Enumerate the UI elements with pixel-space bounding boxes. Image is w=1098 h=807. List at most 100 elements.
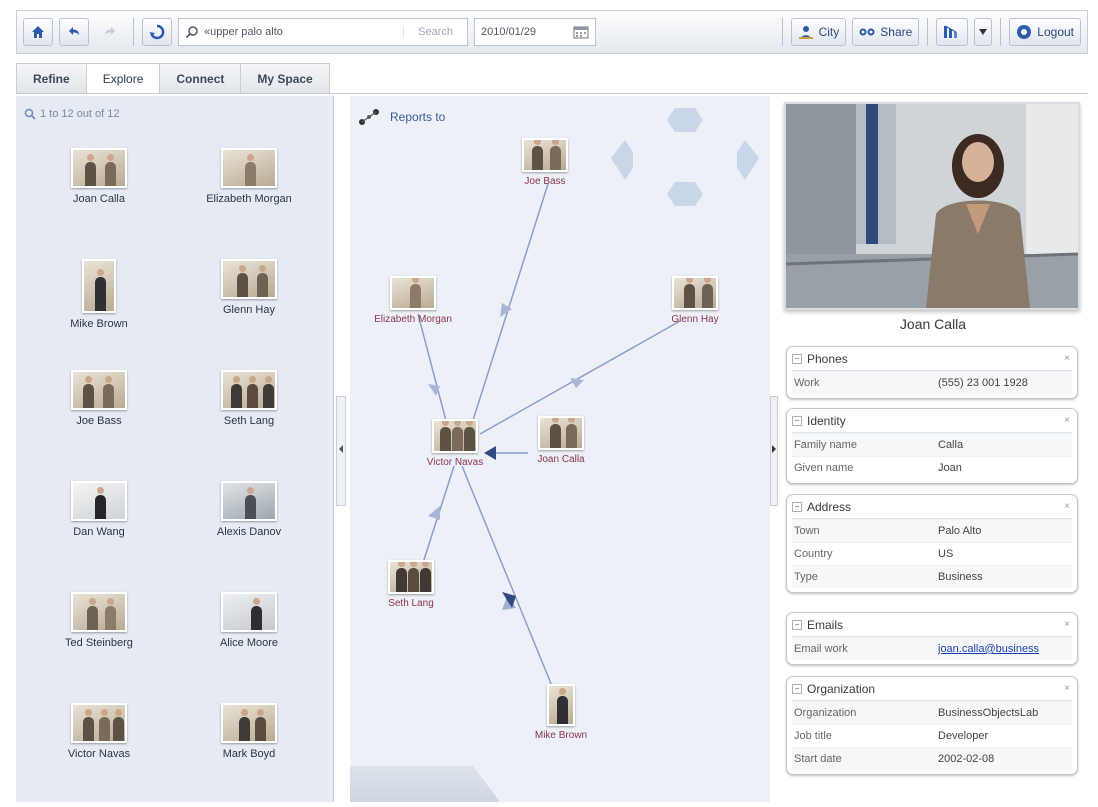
- forward-button[interactable]: [95, 18, 125, 46]
- layout-network-icon: [944, 25, 958, 38]
- chevron-down-icon: [979, 29, 988, 35]
- search-button[interactable]: Search: [403, 26, 461, 38]
- forward-arrow-icon: [105, 27, 115, 35]
- pan-down-arrow-icon[interactable]: [667, 182, 703, 206]
- tab-bar: Refine Explore Connect My Space: [16, 63, 1088, 94]
- collapse-toggle-icon[interactable]: −: [792, 501, 802, 512]
- person-thumbnail: [538, 416, 584, 450]
- field-label: Family name: [794, 439, 857, 451]
- home-button[interactable]: [23, 18, 53, 46]
- card-title: Emails: [807, 617, 844, 632]
- result-item[interactable]: Glenn Hay: [174, 259, 324, 370]
- result-item[interactable]: Joan Calla: [24, 148, 174, 259]
- address-card: − Address × Town Palo Alto Country US Type…: [786, 494, 1078, 593]
- close-icon[interactable]: ×: [1064, 501, 1070, 512]
- graph-node[interactable]: Joe Bass: [490, 138, 600, 187]
- layout-dropdown-button[interactable]: [974, 18, 993, 46]
- right-panel-splitter[interactable]: [770, 396, 778, 506]
- results-grid: Joan Calla Elizabeth Morgan Mike Brown G…: [24, 148, 324, 807]
- person-thumbnail: [221, 592, 277, 632]
- toolbar-separator: [1000, 18, 1002, 46]
- search-input[interactable]: [204, 26, 399, 38]
- tab-connect[interactable]: Connect: [159, 63, 242, 93]
- result-item[interactable]: Ted Steinberg: [24, 592, 174, 703]
- result-item[interactable]: Alexis Danov: [174, 481, 324, 592]
- result-count: 1 to 12 out of 12: [24, 108, 120, 120]
- field-label: Town: [794, 525, 820, 537]
- back-arrow-icon: [69, 27, 79, 35]
- result-item[interactable]: Alice Moore: [174, 592, 324, 703]
- result-item[interactable]: Seth Lang: [174, 370, 324, 481]
- edge-arrow: [570, 378, 584, 388]
- graph-node-label: Seth Lang: [388, 598, 434, 609]
- layout-button[interactable]: [936, 18, 969, 46]
- result-name: Glenn Hay: [223, 304, 275, 316]
- person-thumbnail: [71, 703, 127, 743]
- city-button[interactable]: City: [790, 18, 847, 46]
- refresh-button[interactable]: [142, 18, 172, 46]
- date-field[interactable]: 2010/01/29: [474, 18, 596, 46]
- graph-node[interactable]: Seth Lang: [356, 560, 466, 609]
- left-panel-splitter[interactable]: [336, 396, 346, 506]
- field-label: Organization: [794, 707, 857, 719]
- result-item[interactable]: Dan Wang: [24, 481, 174, 592]
- graph-node-label: Glenn Hay: [671, 314, 719, 325]
- result-item[interactable]: Mark Boyd: [174, 703, 324, 807]
- person-thumbnail: [221, 481, 277, 521]
- app-window: Search 2010/01/29 City Share Logout: [0, 0, 1098, 807]
- close-icon[interactable]: ×: [1064, 619, 1070, 630]
- graph-node[interactable]: Elizabeth Morgan: [358, 276, 468, 325]
- collapse-toggle-icon[interactable]: −: [792, 415, 802, 426]
- person-thumbnail: [221, 370, 277, 410]
- result-item[interactable]: Joe Bass: [24, 370, 174, 481]
- tab-explore[interactable]: Explore: [85, 63, 161, 93]
- person-thumbnail: [71, 370, 127, 410]
- city-person-icon: [798, 26, 813, 39]
- collapse-toggle-icon[interactable]: −: [792, 683, 802, 694]
- card-title: Identity: [807, 413, 846, 428]
- search-icon: [185, 26, 198, 39]
- back-button[interactable]: [59, 18, 89, 46]
- person-thumbnail: [221, 148, 277, 188]
- person-thumbnail: [672, 276, 718, 310]
- field-value: BusinessObjectsLab: [938, 707, 1039, 719]
- graph-node-label: Joan Calla: [537, 454, 585, 465]
- result-count-text: 1 to 12 out of 12: [40, 108, 120, 120]
- graph-title: Reports to: [358, 108, 445, 126]
- email-link[interactable]: joan.calla@business: [938, 643, 1072, 655]
- pan-right-arrow-icon[interactable]: [737, 140, 759, 180]
- collapse-toggle-icon[interactable]: −: [792, 353, 802, 364]
- result-item[interactable]: Mike Brown: [24, 259, 174, 370]
- logout-button[interactable]: Logout: [1009, 18, 1081, 46]
- graph-node[interactable]: Joan Calla: [506, 416, 616, 465]
- collapse-toggle-icon[interactable]: −: [792, 619, 802, 630]
- person-thumbnail: [547, 684, 575, 726]
- result-name: Seth Lang: [223, 415, 275, 427]
- close-icon[interactable]: ×: [1064, 415, 1070, 426]
- graph-node-selected[interactable]: Victor Navas: [400, 419, 510, 468]
- result-item[interactable]: Victor Navas: [24, 703, 174, 807]
- pan-up-arrow-icon[interactable]: [667, 108, 703, 132]
- graph-node-label: Joe Bass: [524, 176, 566, 187]
- pan-arrows[interactable]: [611, 108, 759, 206]
- close-icon[interactable]: ×: [1064, 683, 1070, 694]
- field-value: Calla: [938, 439, 964, 451]
- graph-node[interactable]: Mike Brown: [506, 684, 616, 741]
- person-thumbnail: [71, 148, 127, 188]
- card-title: Address: [807, 499, 852, 514]
- card-row: Start date 2002-02-08: [792, 747, 1072, 770]
- tab-my-space[interactable]: My Space: [240, 63, 330, 93]
- tab-refine[interactable]: Refine: [16, 63, 87, 93]
- field-label: Type: [794, 571, 818, 583]
- calendar-icon[interactable]: [573, 25, 589, 39]
- graph-node[interactable]: Glenn Hay: [640, 276, 750, 325]
- close-icon[interactable]: ×: [1064, 353, 1070, 364]
- pan-left-arrow-icon[interactable]: [611, 140, 633, 180]
- result-item[interactable]: Elizabeth Morgan: [174, 148, 324, 259]
- card-header: − Phones ×: [792, 347, 1072, 371]
- card-title: Organization: [807, 681, 876, 696]
- results-panel: 1 to 12 out of 12 Joan Calla Elizabeth M…: [16, 96, 334, 802]
- card-row: Given name Joan: [792, 456, 1072, 479]
- graph-navigation-pad[interactable]: [605, 106, 765, 216]
- share-button[interactable]: Share: [852, 18, 920, 46]
